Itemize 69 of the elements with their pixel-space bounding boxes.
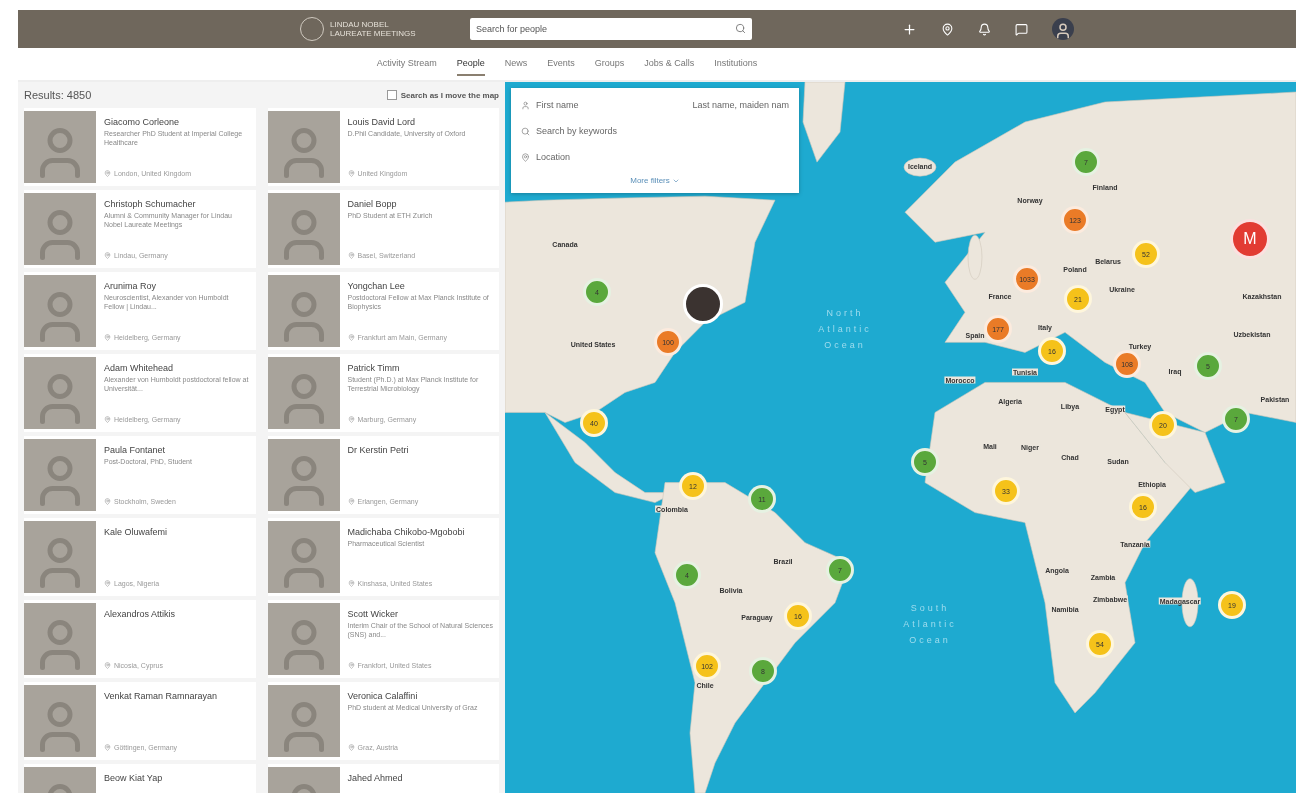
map-pin-icon [347, 744, 355, 751]
nav-tab[interactable]: People [456, 52, 485, 76]
ocean-label: North Atlantic Ocean [817, 307, 873, 352]
photo-placeholder [24, 603, 96, 675]
map-pin-icon [521, 152, 530, 162]
map-pin-icon[interactable] [941, 22, 954, 36]
person-name: Scott Wicker [347, 609, 399, 619]
chat-icon[interactable] [1015, 22, 1028, 36]
map-pin-icon [104, 498, 111, 505]
person-name: Kale Oluwafemi [104, 527, 169, 537]
search-icon [735, 23, 746, 34]
ocean-label: South Atlantic Ocean [902, 602, 958, 647]
person-name: Dr Kerstin Petri [347, 445, 410, 455]
person-name: Madichaba Chikobo-Mgobobi [347, 527, 466, 537]
map-pin-icon [104, 744, 111, 751]
person-name: Alexandros Attikis [104, 609, 177, 619]
person-name: Adam Whitehead [104, 363, 175, 373]
person-card[interactable]: Beow Kiat Yap [24, 764, 256, 793]
nav-tab[interactable]: Institutions [714, 52, 758, 76]
map-pin-icon [347, 662, 355, 669]
person-name: Giacomo Corleone [104, 117, 181, 127]
person-card[interactable]: Jahed Ahmed [267, 764, 499, 793]
bell-icon[interactable] [978, 22, 991, 36]
person-name: Jahed Ahmed [347, 773, 404, 783]
map-pin-icon [347, 170, 355, 177]
person-name: Daniel Bopp [347, 199, 398, 209]
person-name: Patrick Timm [347, 363, 401, 373]
plus-icon[interactable] [902, 21, 917, 37]
avatar[interactable] [1052, 18, 1074, 40]
person-name: Paula Fontanet [104, 445, 167, 455]
search-icon [521, 126, 530, 136]
person-name: Beow Kiat Yap [104, 773, 164, 783]
map-pin-icon [347, 334, 355, 341]
person-name: Venkat Raman Ramnarayan [104, 691, 219, 701]
map-pin-icon [104, 170, 111, 177]
map-search-toggle[interactable]: Search as I move the map [386, 90, 499, 100]
nav-tab[interactable]: Events [547, 52, 575, 76]
photo-placeholder [24, 193, 96, 265]
person-name: Yongchan Lee [347, 281, 406, 291]
person-name: Arunima Roy [104, 281, 158, 291]
map-pin-icon [104, 334, 111, 341]
map-pin-icon [347, 416, 355, 423]
photo-placeholder [24, 521, 96, 593]
map-pin-icon [347, 498, 355, 505]
map-pin-icon [104, 580, 111, 587]
search-field[interactable]: Search for people [470, 18, 752, 40]
logo-text: LINDAU NOBEL LAUREATE MEETINGS [330, 20, 417, 38]
person-name: Veronica Calaffini [347, 691, 419, 701]
photo-placeholder [24, 685, 96, 757]
nav-tab[interactable]: Jobs & Calls [644, 52, 695, 76]
person-icon [521, 100, 530, 110]
nav-tab[interactable]: News [504, 52, 528, 76]
results-count: Results: 4850 [24, 89, 92, 101]
photo-placeholder [24, 357, 96, 429]
map-pin-icon [104, 416, 111, 423]
checkbox[interactable] [386, 90, 397, 100]
map-pin-icon [104, 662, 111, 669]
person-name: Louis David Lord [347, 117, 417, 127]
map-pin-icon [104, 252, 111, 259]
photo-placeholder [24, 439, 96, 511]
nav-tab[interactable]: Activity Stream [376, 52, 437, 76]
map-pin-icon [347, 580, 355, 587]
map-pin-icon [347, 252, 355, 259]
nav-tab[interactable]: Groups [594, 52, 625, 76]
person-name: Christoph Schumacher [104, 199, 197, 209]
photo-placeholder [24, 111, 96, 183]
island-shape [967, 234, 983, 280]
more-filters-link[interactable]: More filters [630, 172, 680, 189]
photo-placeholder [24, 275, 96, 347]
